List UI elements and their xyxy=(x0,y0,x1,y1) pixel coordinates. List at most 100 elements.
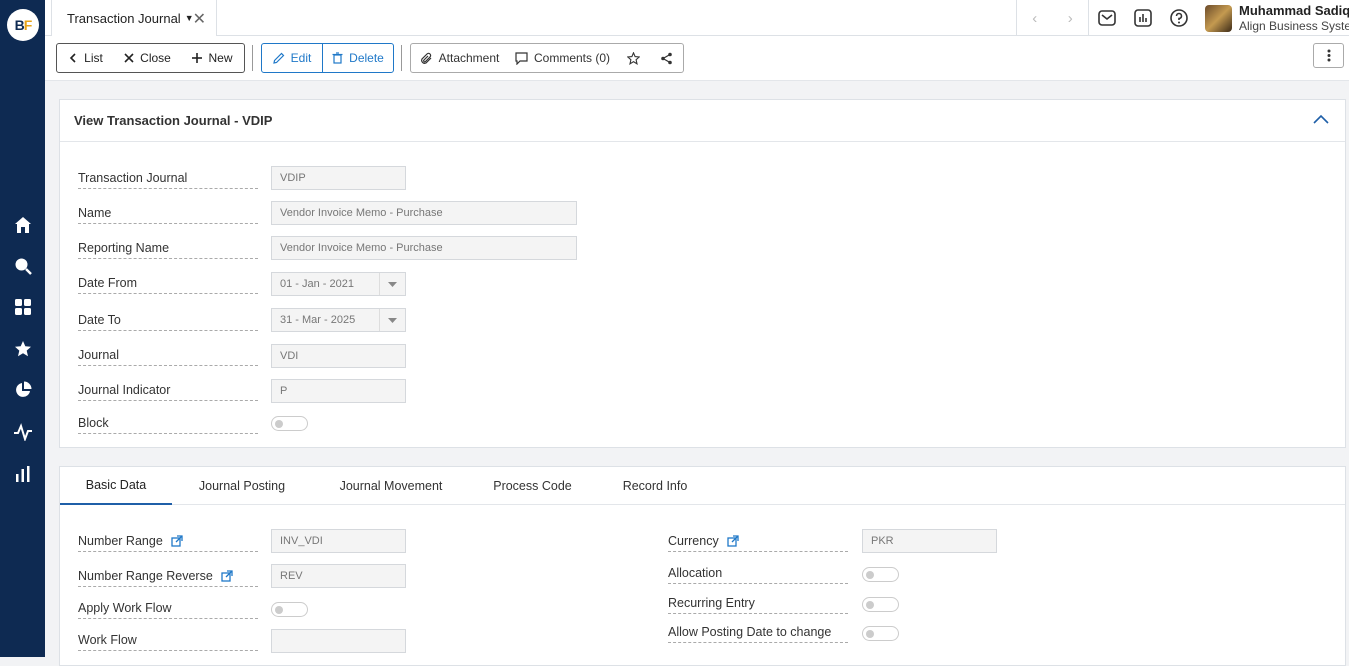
page-title: View Transaction Journal - VDIP xyxy=(74,113,273,128)
allocation-toggle[interactable] xyxy=(862,567,899,582)
tab-journal-posting[interactable]: Journal Posting xyxy=(186,467,298,505)
external-link-icon[interactable] xyxy=(171,535,183,547)
help-icon[interactable] xyxy=(1169,8,1189,28)
home-icon[interactable] xyxy=(12,214,33,235)
trash-icon xyxy=(332,52,343,64)
user-profile[interactable]: Muhammad Sadiq Align Business Systems xyxy=(1205,2,1349,34)
next-arrow-icon[interactable]: › xyxy=(1068,10,1073,27)
edit-button[interactable]: Edit xyxy=(261,43,323,73)
recurring-entry-toggle[interactable] xyxy=(862,597,899,612)
transaction-journal-field[interactable]: VDIP xyxy=(271,166,406,190)
avatar[interactable] xyxy=(1205,5,1232,32)
action-toolbar: List Close New Edit Delete Attachment Co… xyxy=(45,36,1349,81)
user-name: Muhammad Sadiq xyxy=(1239,3,1349,18)
user-organization: Align Business Systems xyxy=(1239,19,1349,33)
apply-work-flow-label: Apply Work Flow xyxy=(78,601,258,619)
tab-title: Transaction Journal xyxy=(67,10,181,26)
block-label: Block xyxy=(78,416,258,434)
date-from-value: 01 - Jan - 2021 xyxy=(280,278,354,290)
block-toggle[interactable] xyxy=(271,416,308,431)
top-bar: Transaction Journal ▼ ✕ ‹ › Muhammad Sad… xyxy=(45,0,1349,36)
name-field[interactable]: Vendor Invoice Memo - Purchase xyxy=(271,201,577,225)
star-icon xyxy=(627,51,640,65)
comments-button-label: Comments (0) xyxy=(533,51,610,65)
dropdown-arrow-icon[interactable] xyxy=(379,309,405,331)
currency-field[interactable]: PKR xyxy=(862,529,997,553)
transaction-journal-label: Transaction Journal xyxy=(78,171,258,189)
delete-button[interactable]: Delete xyxy=(322,43,394,73)
edit-button-label: Edit xyxy=(290,51,312,65)
number-range-field[interactable]: INV_VDI xyxy=(271,529,406,553)
attachment-button[interactable]: Attachment xyxy=(410,43,509,73)
date-to-picker[interactable]: 31 - Mar - 2025 xyxy=(271,308,406,332)
pencil-icon xyxy=(272,52,285,64)
allocation-label: Allocation xyxy=(668,566,848,584)
comment-icon xyxy=(515,51,528,65)
close-tab-icon[interactable]: ✕ xyxy=(193,9,206,29)
work-flow-field[interactable] xyxy=(271,629,406,653)
delete-button-label: Delete xyxy=(349,51,384,65)
kebab-menu-icon xyxy=(1327,49,1330,62)
chevron-up-icon[interactable] xyxy=(1313,114,1329,124)
close-button-label: Close xyxy=(140,51,171,65)
mail-icon[interactable] xyxy=(1097,8,1117,28)
detail-tabs: Basic Data Journal Posting Journal Movem… xyxy=(60,467,1345,505)
allow-posting-date-label: Allow Posting Date to change xyxy=(668,625,848,643)
share-icon xyxy=(661,52,672,64)
close-button[interactable]: Close xyxy=(114,43,182,73)
record-navigation: ‹ › xyxy=(1016,0,1089,36)
plus-icon xyxy=(192,53,203,63)
apps-grid-icon[interactable] xyxy=(12,296,33,317)
new-button[interactable]: New xyxy=(181,43,245,73)
journal-field[interactable]: VDI xyxy=(271,344,406,368)
favorites-star-icon[interactable] xyxy=(12,338,33,359)
more-options-button[interactable] xyxy=(1313,43,1344,68)
work-flow-label: Work Flow xyxy=(78,633,258,651)
favorite-button[interactable] xyxy=(617,43,651,73)
toolbar-divider xyxy=(401,45,402,71)
pie-chart-icon[interactable] xyxy=(12,379,33,400)
search-icon[interactable] xyxy=(12,255,33,276)
list-button[interactable]: List xyxy=(56,43,115,73)
new-button-label: New xyxy=(208,51,233,65)
tab-record-info[interactable]: Record Info xyxy=(612,467,698,505)
currency-label: Currency xyxy=(668,534,848,552)
number-range-reverse-label: Number Range Reverse xyxy=(78,569,258,587)
dropdown-arrow-icon[interactable] xyxy=(379,273,405,295)
number-range-label-text: Number Range xyxy=(78,534,163,548)
tab-journal-movement[interactable]: Journal Movement xyxy=(330,467,452,505)
reporting-name-field[interactable]: Vendor Invoice Memo - Purchase xyxy=(271,236,577,260)
panel-header: View Transaction Journal - VDIP xyxy=(60,100,1345,142)
share-button[interactable] xyxy=(650,43,684,73)
reports-icon[interactable] xyxy=(1133,8,1153,28)
tab-basic-data[interactable]: Basic Data xyxy=(60,467,172,505)
app-logo[interactable]: BF xyxy=(7,9,39,41)
sidebar: BF xyxy=(0,0,45,657)
chevron-left-icon xyxy=(70,53,76,63)
date-to-value: 31 - Mar - 2025 xyxy=(280,314,356,326)
toolbar-divider xyxy=(252,45,253,71)
recurring-entry-label: Recurring Entry xyxy=(668,596,848,614)
reporting-name-label: Reporting Name xyxy=(78,241,258,259)
number-range-reverse-field[interactable]: REV xyxy=(271,564,406,588)
previous-arrow-icon[interactable]: ‹ xyxy=(1032,10,1037,27)
allow-posting-date-toggle[interactable] xyxy=(862,626,899,641)
number-range-label: Number Range xyxy=(78,534,258,552)
external-link-icon[interactable] xyxy=(727,535,739,547)
tab-process-code[interactable]: Process Code xyxy=(485,467,580,505)
currency-label-text: Currency xyxy=(668,534,719,548)
name-label: Name xyxy=(78,206,258,224)
comments-button[interactable]: Comments (0) xyxy=(508,43,618,73)
journal-indicator-label: Journal Indicator xyxy=(78,383,258,401)
attachment-button-label: Attachment xyxy=(438,51,500,65)
tab-transaction-journal[interactable]: Transaction Journal ▼ ✕ xyxy=(51,0,217,36)
date-to-label: Date To xyxy=(78,313,258,331)
date-from-picker[interactable]: 01 - Jan - 2021 xyxy=(271,272,406,296)
apply-work-flow-toggle[interactable] xyxy=(271,602,308,617)
activity-icon[interactable] xyxy=(12,421,33,442)
journal-indicator-field[interactable]: P xyxy=(271,379,406,403)
bar-chart-icon[interactable] xyxy=(12,463,33,484)
journal-label: Journal xyxy=(78,348,258,366)
paperclip-icon xyxy=(420,52,432,64)
external-link-icon[interactable] xyxy=(221,570,233,582)
